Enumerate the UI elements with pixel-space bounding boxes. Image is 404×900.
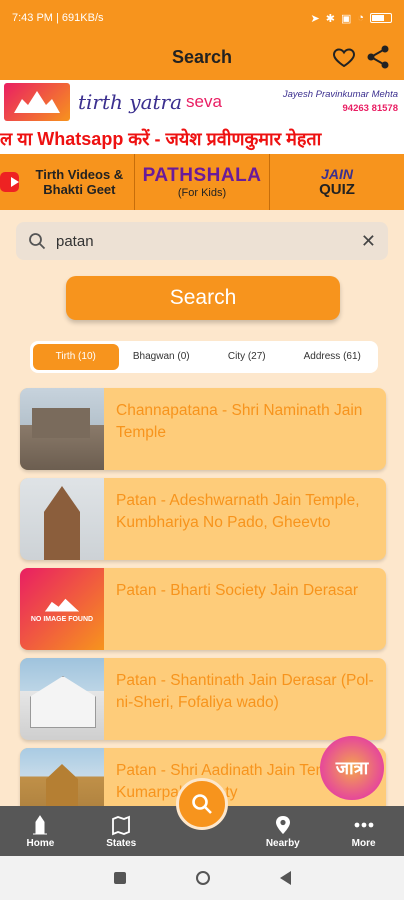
status-icons: ➤ ✱ ▣ ◔ (310, 12, 392, 25)
search-button[interactable]: Search (66, 276, 340, 320)
quiz-top-label: JAIN (321, 166, 353, 182)
nav-home-label: Home (26, 837, 55, 849)
nav-nearby-label: Nearby (265, 837, 300, 849)
list-item-title: Channapatana - Shri Naminath Jain Temple (116, 402, 363, 441)
pathshala-title: PATHSHALA (142, 165, 262, 186)
recents-icon[interactable] (113, 872, 126, 884)
list-item-title: Patan - Bharti Society Jain Derasar (116, 582, 359, 599)
advert-banner[interactable]: tirth yatra seva Jayesh Pravinkumar Meht… (0, 78, 404, 124)
tab-address[interactable]: Address (61) (290, 344, 376, 370)
home-circle-icon[interactable] (195, 871, 210, 885)
list-item-title: Patan - Shantinath Jain Derasar (Pol-ni-… (116, 672, 374, 711)
map-icon (112, 815, 131, 835)
more-dots-icon (354, 822, 373, 827)
search-fab[interactable] (176, 778, 228, 830)
banner-contact-phone: 94263 81578 (342, 103, 398, 114)
no-image-label: NO IMAGE FOUND (30, 615, 94, 623)
temple-logo-icon (45, 598, 79, 612)
list-item[interactable]: Patan - Shantinath Jain Derasar (Pol-ni-… (20, 658, 386, 740)
banner-brand-suffix: seva (186, 92, 222, 111)
scrolling-marquee: ल या Whatsapp करें - जयेश प्रवीणकुमार मे… (0, 124, 404, 154)
search-icon (29, 233, 46, 250)
sim-icon: ▣ (340, 12, 352, 25)
search-field[interactable]: ✕ (16, 222, 388, 260)
nav-more-label: More (351, 837, 376, 849)
status-bar: 7:43 PM | 691KB/s ➤ ✱ ▣ ◔ (0, 0, 404, 36)
quiz-bottom-label: QUIZ (319, 181, 355, 198)
back-icon[interactable] (279, 871, 291, 885)
tab-city[interactable]: City (27) (204, 344, 290, 370)
banner-contact: Jayesh Pravinkumar Mehta 94263 81578 (283, 88, 398, 116)
battery-icon (370, 13, 392, 23)
list-item[interactable]: Channapatana - Shri Naminath Jain Temple (20, 388, 386, 470)
nav-states-label: States (106, 837, 137, 849)
banner-contact-name: Jayesh Pravinkumar Mehta (282, 89, 398, 100)
temple-thumbnail (20, 478, 104, 560)
tab-bhagwan[interactable]: Bhagwan (0) (119, 344, 205, 370)
tab-tirth[interactable]: Tirth (10) (33, 344, 119, 370)
no-image-thumbnail: NO IMAGE FOUND (20, 568, 104, 650)
nav-states[interactable]: States (81, 806, 162, 856)
yatra-button[interactable]: जात्रा (320, 736, 384, 800)
videos-link-label: Tirth Videos & Bhakti Geet (35, 167, 124, 197)
list-item[interactable]: Patan - Adeshwarnath Jain Temple, Kumbha… (20, 478, 386, 560)
location-pin-icon (275, 815, 290, 834)
list-item[interactable]: NO IMAGE FOUND Patan - Bharti Society Ja… (20, 568, 386, 650)
location-icon: ➤ (310, 12, 320, 25)
youtube-icon (0, 172, 19, 192)
temple-thumbnail (20, 658, 104, 740)
pathshala-subtitle: (For Kids) (177, 187, 227, 199)
search-icon (192, 794, 212, 814)
status-time: 7:43 PM | 691KB/s (12, 12, 104, 24)
page-title: Search (171, 46, 233, 67)
nav-home[interactable]: Home (0, 806, 81, 856)
temple-logo-icon (4, 83, 70, 121)
search-input[interactable] (56, 232, 361, 250)
share-icon[interactable] (366, 44, 390, 70)
nav-more[interactable]: More (323, 806, 404, 856)
banner-brand: tirth yatra (78, 90, 183, 114)
app-bar: Search (0, 36, 404, 78)
quick-links: Tirth Videos & Bhakti Geet PATHSHALA (Fo… (0, 154, 404, 210)
temple-thumbnail (20, 388, 104, 470)
system-nav-bar (0, 856, 404, 900)
clear-icon[interactable]: ✕ (361, 231, 376, 252)
result-tabs: Tirth (10) Bhagwan (0) City (27) Address… (30, 341, 378, 373)
pathshala-link[interactable]: PATHSHALA (For Kids) (135, 154, 270, 210)
quiz-link[interactable]: JAIN QUIZ (270, 154, 404, 210)
favorite-heart-icon[interactable] (332, 45, 356, 69)
nav-nearby[interactable]: Nearby (242, 806, 323, 856)
videos-link[interactable]: Tirth Videos & Bhakti Geet (0, 154, 135, 210)
wifi-icon: ◔ (357, 12, 364, 24)
list-item-title: Patan - Adeshwarnath Jain Temple, Kumbha… (116, 492, 360, 531)
temple-icon (33, 814, 48, 834)
bluetooth-icon: ✱ (325, 12, 335, 25)
